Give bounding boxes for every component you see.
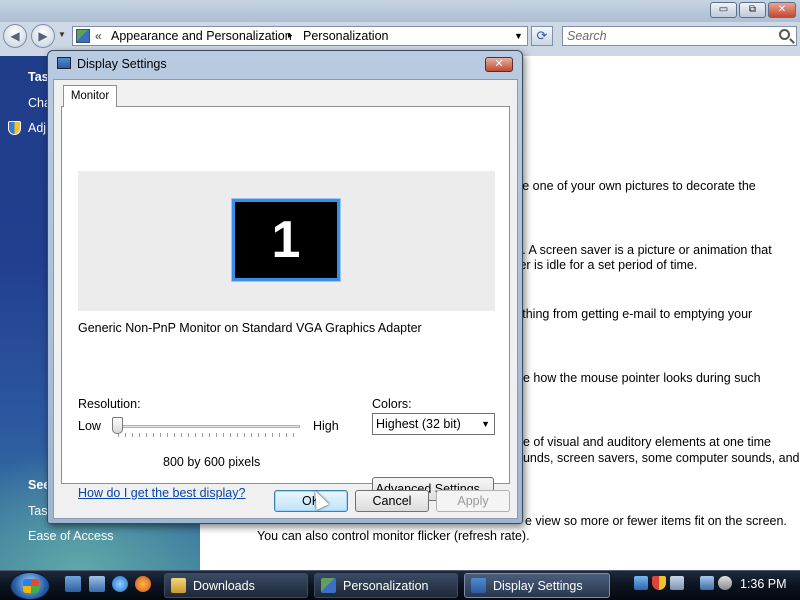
resolution-value: 800 by 600 pixels <box>163 455 261 469</box>
resolution-label: Resolution: <box>78 397 141 411</box>
taskbar-button-label: Personalization <box>343 579 429 593</box>
resolution-high-label: High <box>313 419 339 433</box>
monitor-tab-panel: 1 Generic Non-PnP Monitor on Standard VG… <box>61 106 510 501</box>
network-status-icon[interactable] <box>700 576 714 590</box>
taskbar-button-label: Display Settings <box>493 579 583 593</box>
resolution-slider-thumb[interactable] <box>112 417 123 434</box>
uac-shield-icon <box>8 121 21 135</box>
search-input[interactable]: Search <box>562 26 797 46</box>
best-display-help-link[interactable]: How do I get the best display? <box>78 486 245 500</box>
breadcrumb-appearance[interactable]: Appearance and Personalization <box>111 29 292 43</box>
close-button[interactable]: ✕ <box>768 2 796 18</box>
security-shield-icon[interactable] <box>652 576 666 590</box>
monitor-arrangement-area: 1 <box>78 171 495 311</box>
colors-label: Colors: <box>372 397 412 411</box>
address-bar[interactable]: « Appearance and Personalization ▸ Perso… <box>72 26 528 46</box>
taskbar-button-label: Downloads <box>193 579 255 593</box>
taskbar-button-personalization[interactable]: Personalization <box>314 573 458 598</box>
resolution-slider-track[interactable] <box>118 425 300 428</box>
recent-pages-dropdown-icon[interactable]: ▼ <box>58 30 66 39</box>
taskbar-button-downloads[interactable]: Downloads <box>164 573 308 598</box>
control-panel-icon <box>321 578 336 593</box>
content-line: ter is idle for a set period of time. <box>516 258 698 272</box>
resolution-low-label: Low <box>78 419 101 433</box>
search-icon[interactable] <box>779 29 790 40</box>
task-link-adjust[interactable]: Adj <box>28 121 46 135</box>
colors-selected-value: Highest (32 bit) <box>376 417 461 431</box>
dialog-title: Display Settings <box>77 57 167 71</box>
taskbar-button-display-settings[interactable]: Display Settings <box>464 573 610 598</box>
content-line: ything from getting e-mail to emptying y… <box>516 307 753 321</box>
explorer-titlebar <box>0 0 800 22</box>
chevron-down-icon[interactable]: ▼ <box>481 419 490 429</box>
tasks-heading: Tas <box>28 70 49 84</box>
control-panel-icon <box>76 29 90 43</box>
display-settings-icon <box>471 578 486 593</box>
display-settings-dialog: Display Settings ✕ Monitor 1 Generic Non… <box>47 50 523 524</box>
content-line: ge how the mouse pointer looks during su… <box>516 371 761 385</box>
content-line: se one of your own pictures to decorate … <box>516 179 756 193</box>
search-placeholder: Search <box>567 29 607 43</box>
show-desktop-icon[interactable] <box>65 576 81 592</box>
breadcrumb-overflow[interactable]: « <box>95 29 102 43</box>
volume-muted-icon[interactable] <box>718 576 732 590</box>
firefox-icon[interactable] <box>135 576 151 592</box>
breadcrumb-personalization[interactable]: Personalization <box>303 29 388 43</box>
apply-button[interactable]: Apply <box>436 490 510 512</box>
content-line: You can also control monitor flicker (re… <box>257 529 530 543</box>
display-settings-icon <box>57 57 71 69</box>
monitor-1-preview[interactable]: 1 <box>231 198 341 282</box>
internet-explorer-icon[interactable] <box>112 576 128 592</box>
network-icon[interactable] <box>634 576 648 590</box>
resolution-slider-ticks <box>118 433 300 437</box>
tab-monitor[interactable]: Monitor <box>63 85 117 107</box>
cancel-button[interactable]: Cancel <box>355 490 429 512</box>
dialog-close-button[interactable]: ✕ <box>485 57 513 72</box>
folder-icon <box>171 578 186 593</box>
monitor-description: Generic Non-PnP Monitor on Standard VGA … <box>78 321 422 335</box>
address-dropdown-icon[interactable]: ▼ <box>514 31 523 41</box>
maximize-button[interactable]: ⧉ <box>739 2 766 18</box>
forward-button[interactable]: ▶ <box>31 24 55 48</box>
see-also-link-ease-of-access[interactable]: Ease of Access <box>28 529 113 543</box>
dialog-body: Monitor 1 Generic Non-PnP Monitor on Sta… <box>53 79 518 519</box>
colors-select[interactable]: Highest (32 bit) ▼ <box>372 413 495 435</box>
clock[interactable]: 1:36 PM <box>740 577 787 591</box>
see-also-link-taskbar[interactable]: Tas <box>28 504 47 518</box>
breadcrumb-separator-icon[interactable]: ▸ <box>288 30 293 41</box>
refresh-icon[interactable]: ⟳ <box>531 26 553 46</box>
start-button[interactable] <box>10 572 50 600</box>
back-button[interactable]: ◀ <box>3 24 27 48</box>
switch-windows-icon[interactable] <box>89 576 105 592</box>
content-line: s. A screen saver is a picture or animat… <box>516 243 772 257</box>
content-line: ge of visual and auditory elements at on… <box>516 435 772 449</box>
content-line: e view so more or fewer items fit on the… <box>525 514 787 528</box>
minimize-button[interactable]: ▭ <box>710 2 737 18</box>
action-center-icon[interactable] <box>670 576 684 590</box>
content-line: ounds, screen savers, some computer soun… <box>516 451 800 465</box>
